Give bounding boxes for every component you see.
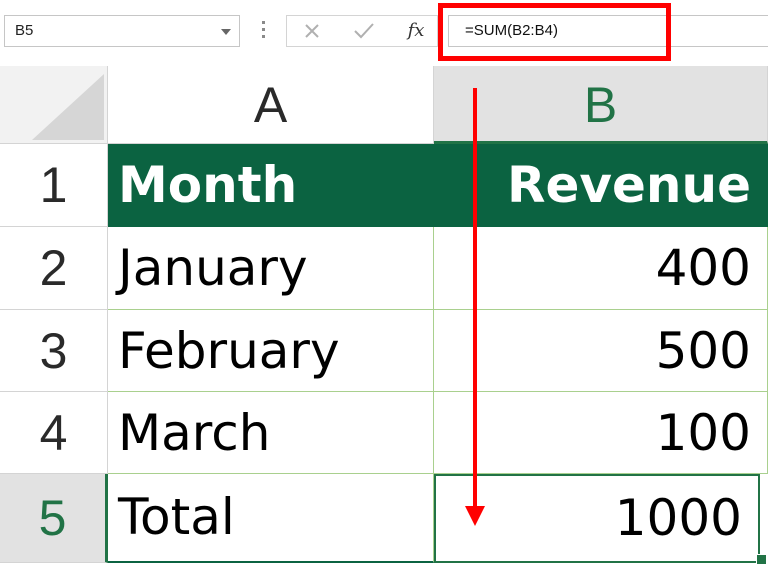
name-box[interactable]: B5 xyxy=(4,15,240,47)
formula-bar: B5 fx =SUM(B2:B4) xyxy=(0,0,768,68)
row-header-2[interactable]: 2 xyxy=(0,227,108,310)
cell-a2[interactable]: January xyxy=(108,227,434,310)
fill-handle[interactable] xyxy=(756,554,767,565)
cell-b5[interactable]: 1000 xyxy=(434,474,760,563)
row-header-1[interactable]: 1 xyxy=(0,144,108,227)
cell-b4[interactable]: 100 xyxy=(434,392,768,474)
formula-text: =SUM(B2:B4) xyxy=(465,22,558,39)
cell-b2[interactable]: 400 xyxy=(434,227,768,310)
select-all-triangle-icon xyxy=(32,74,104,140)
cell-b1[interactable]: Revenue xyxy=(434,144,768,227)
checkmark-icon[interactable] xyxy=(351,16,377,46)
more-options-icon[interactable] xyxy=(258,19,268,43)
row-header-5[interactable]: 5 xyxy=(0,474,108,563)
cell-b3[interactable]: 500 xyxy=(434,310,768,392)
insert-function-icon[interactable]: fx xyxy=(403,16,429,46)
cell-a5[interactable]: Total xyxy=(108,474,434,563)
chevron-down-icon[interactable] xyxy=(221,29,231,35)
column-header-b[interactable]: B xyxy=(434,66,768,144)
row-header-3[interactable]: 3 xyxy=(0,310,108,392)
formula-input[interactable]: =SUM(B2:B4) xyxy=(448,15,768,47)
column-header-a[interactable]: A xyxy=(108,66,434,144)
name-box-value: B5 xyxy=(15,22,34,39)
cell-a1[interactable]: Month xyxy=(108,144,434,227)
cell-a3[interactable]: February xyxy=(108,310,434,392)
row-header-4[interactable]: 4 xyxy=(0,392,108,474)
formula-buttons: fx xyxy=(286,15,438,47)
select-all-corner[interactable] xyxy=(0,66,108,144)
cancel-icon[interactable] xyxy=(301,16,323,46)
cell-a4[interactable]: March xyxy=(108,392,434,474)
